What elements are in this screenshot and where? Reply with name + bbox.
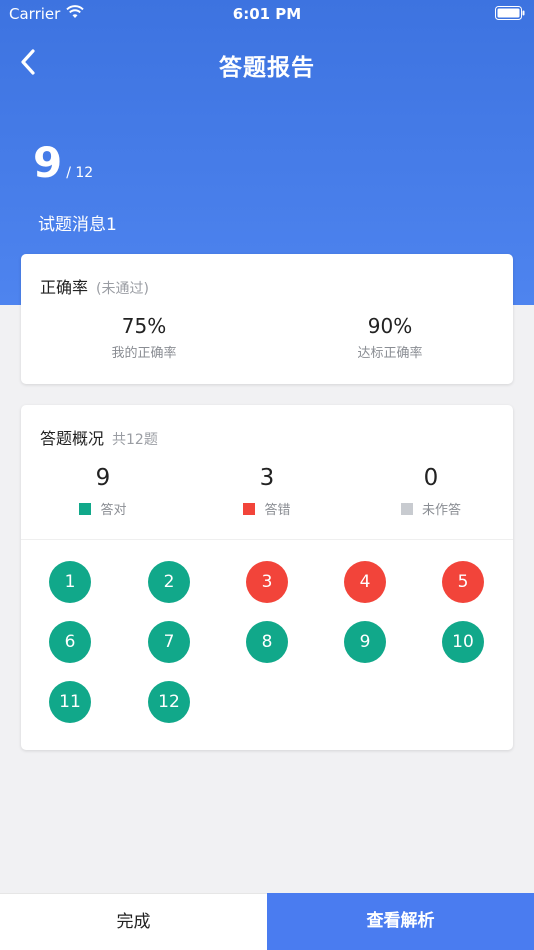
quiz-name: 试题消息1 — [38, 215, 117, 235]
correct-label: 答对 — [100, 503, 127, 518]
question-button-1[interactable]: 1 — [49, 561, 91, 603]
question-button-2[interactable]: 2 — [148, 561, 190, 603]
page-title: 答题报告 — [219, 55, 315, 81]
blank-legend: 未作答 — [379, 499, 483, 518]
overview-count: 共12题 — [112, 432, 158, 448]
score-correct: 9 — [33, 138, 63, 187]
correct-count: 9 — [95, 465, 111, 491]
accuracy-title: 正确率 — [40, 278, 89, 297]
question-button-6[interactable]: 6 — [49, 621, 91, 663]
question-button-9[interactable]: 9 — [344, 621, 386, 663]
overview-header: 答题概况 共12题 — [40, 425, 158, 449]
accuracy-card: 正确率 (未通过) 75% 我的正确率 90% 达标正确率 — [21, 254, 513, 384]
question-button-3[interactable]: 3 — [246, 561, 288, 603]
score-total: / 12 — [66, 165, 94, 181]
correct-summary: 9 答对 — [53, 465, 153, 518]
overview-title: 答题概况 — [40, 429, 105, 448]
question-button-5[interactable]: 5 — [442, 561, 484, 603]
blank-count: 0 — [423, 465, 439, 491]
correct-swatch — [79, 502, 92, 515]
done-button[interactable]: 完成 — [0, 893, 267, 950]
battery-icon — [495, 6, 525, 20]
wrong-swatch — [243, 502, 256, 515]
question-button-10[interactable]: 10 — [442, 621, 484, 663]
nav-bar: 答题报告 — [0, 40, 534, 84]
my-accuracy: 75% 我的正确率 — [84, 314, 204, 361]
my-accuracy-label: 我的正确率 — [111, 346, 177, 361]
score-display: 9/ 12 — [33, 138, 93, 187]
status-time: 6:01 PM — [232, 5, 302, 23]
blank-label: 未作答 — [421, 503, 461, 518]
question-button-11[interactable]: 11 — [49, 681, 91, 723]
blank-summary: 0 未作答 — [379, 465, 483, 518]
wrong-legend: 答错 — [217, 499, 317, 518]
target-accuracy-label: 达标正确率 — [357, 346, 423, 361]
wrong-summary: 3 答错 — [217, 465, 317, 518]
accuracy-header: 正确率 (未通过) — [40, 274, 149, 298]
divider — [21, 539, 513, 540]
question-button-7[interactable]: 7 — [148, 621, 190, 663]
view-analysis-button[interactable]: 查看解析 — [267, 893, 534, 950]
accuracy-status: (未通过) — [96, 281, 149, 297]
target-accuracy: 90% 达标正确率 — [330, 314, 450, 361]
wrong-label: 答错 — [264, 503, 291, 518]
target-accuracy-value: 90% — [367, 314, 413, 338]
correct-legend: 答对 — [53, 499, 153, 518]
overview-card: 答题概况 共12题 9 答对 3 答错 0 未作答 1 2 3 4 5 6 7 8 9 10 11 12 — [21, 405, 513, 750]
bottom-bar: 完成 查看解析 — [0, 893, 534, 950]
question-button-8[interactable]: 8 — [246, 621, 288, 663]
wrong-count: 3 — [259, 465, 275, 491]
question-button-12[interactable]: 12 — [148, 681, 190, 723]
status-bar: Carrier 6:01 PM — [0, 0, 534, 28]
my-accuracy-value: 75% — [121, 314, 167, 338]
question-button-4[interactable]: 4 — [344, 561, 386, 603]
blank-swatch — [400, 502, 413, 515]
